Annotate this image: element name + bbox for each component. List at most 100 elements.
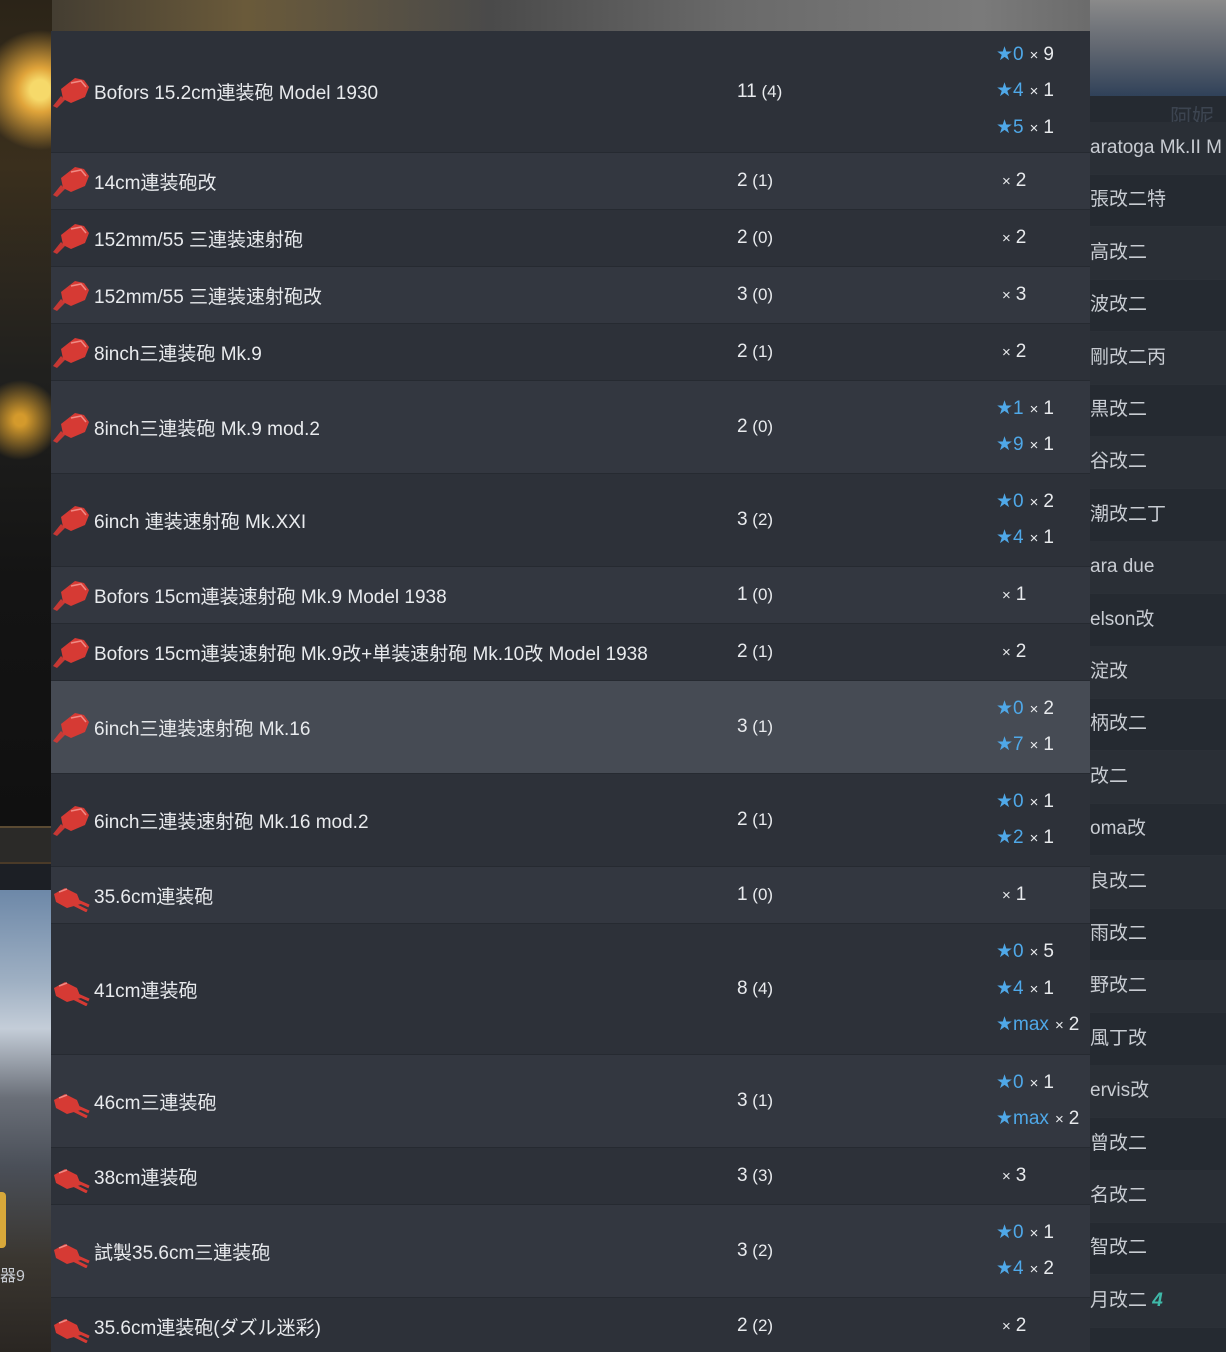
equipment-count: 2 (0): [737, 227, 773, 249]
improvement-star-label: ★0: [996, 697, 1024, 719]
ship-list-item[interactable]: 波改二: [1090, 279, 1226, 333]
multiply-sign: ×: [1002, 1317, 1011, 1335]
large-gun-icon: [51, 924, 91, 1054]
equipment-row[interactable]: 35.6cm連装砲 1 (0) × 1: [51, 867, 1090, 924]
equipment-row[interactable]: 8inch三連装砲 Mk.9 2 (1) × 2: [51, 324, 1090, 381]
ship-list-item[interactable]: 月改二 4: [1090, 1274, 1226, 1328]
equipment-row[interactable]: 8inch三連装砲 Mk.9 mod.2 2 (0) ★1 × 1 ★9 × 1: [51, 381, 1090, 474]
medium-gun-icon: [51, 474, 91, 566]
improvement-star-label: ★4: [996, 1258, 1024, 1279]
multiply-sign: ×: [1029, 530, 1039, 547]
equipment-row[interactable]: Bofors 15cm連装速射砲 Mk.9 Model 1938 1 (0) × 1: [51, 567, 1090, 624]
ship-list-item[interactable]: 剛改二丙: [1090, 331, 1226, 385]
improvement-level-line: × 2: [996, 163, 1026, 200]
ship-list-item[interactable]: oma改: [1090, 803, 1226, 857]
multiply-sign: ×: [1029, 1074, 1039, 1092]
multiply-sign: ×: [1029, 83, 1039, 101]
equipment-count: 3 (0): [737, 284, 773, 306]
improvement-level-line: × 2: [996, 220, 1026, 257]
improvement-level-line: ★2 × 1: [996, 820, 1054, 857]
improvement-level-line: ★0 × 1: [996, 1065, 1079, 1102]
ship-list-item[interactable]: elson改: [1090, 594, 1226, 647]
medium-gun-icon: [51, 381, 91, 473]
improvement-star-label: ★2: [996, 827, 1024, 848]
equipment-name: 6inch 連装速射砲 Mk.XXI: [94, 511, 307, 533]
multiply-sign: ×: [1029, 46, 1039, 64]
equipment-row[interactable]: 46cm三連装砲 3 (1) ★0 × 1 ★max × 2: [51, 1055, 1090, 1148]
equipment-row[interactable]: 6inch三連装速射砲 Mk.16 3 (1) ★0 × 2 ★7 × 1: [51, 681, 1090, 774]
equipment-row[interactable]: 6inch 連装速射砲 Mk.XXI 3 (2) ★0 × 2 ★4 × 1: [51, 474, 1090, 567]
equipment-fitted-count: (2): [747, 1316, 774, 1335]
equipment-row[interactable]: 152mm/55 三連装速射砲改 3 (0) × 3: [51, 267, 1090, 324]
equipment-row[interactable]: 152mm/55 三連装速射砲 2 (0) × 2: [51, 210, 1090, 267]
improvement-count: 1: [1043, 397, 1054, 419]
ship-list-item[interactable]: 風丁改: [1090, 1013, 1226, 1066]
equipment-total: 8: [737, 978, 748, 999]
equipment-row[interactable]: 6inch三連装速射砲 Mk.16 mod.2 2 (1) ★0 × 1 ★2 × 1: [51, 774, 1090, 867]
equipment-fitted-count: (4): [756, 81, 783, 101]
ship-list-item[interactable]: ara due: [1090, 541, 1226, 595]
equipment-fitted-count: (0): [747, 417, 774, 436]
ship-list-item[interactable]: 野改二: [1090, 960, 1226, 1014]
multiply-sign: ×: [1029, 737, 1039, 754]
equipment-name: Bofors 15cm連装速射砲 Mk.9 Model 1938: [94, 586, 447, 608]
improvement-count: 2: [1068, 1108, 1080, 1129]
multiply-sign: ×: [1029, 493, 1039, 511]
equipment-row[interactable]: 41cm連装砲 8 (4) ★0 × 5 ★4 × 1 ★max × 2: [51, 924, 1090, 1055]
ship-list-item[interactable]: 柄改二: [1090, 698, 1226, 752]
equipment-row[interactable]: Bofors 15.2cm連装砲 Model 1930 11 (4) ★0 × 9 ★4 ×…: [51, 31, 1090, 153]
ship-tag: 4: [1147, 1289, 1163, 1311]
ship-list-item[interactable]: 淀改: [1090, 646, 1226, 699]
equipment-row[interactable]: Bofors 15cm連装速射砲 Mk.9改+単装速射砲 Mk.10改 Mode…: [51, 624, 1090, 681]
ship-list-item[interactable]: 智改二: [1090, 1222, 1226, 1276]
improvement-distribution: × 1: [996, 567, 1026, 623]
equipment-row[interactable]: 35.6cm連装砲(ダズル迷彩) 2 (2) × 2: [51, 1298, 1090, 1352]
improvement-count: 2: [1043, 490, 1054, 512]
improvement-level-line: ★9 × 1: [996, 427, 1054, 464]
ship-list-item[interactable]: 高改二: [1090, 226, 1226, 280]
equipment-fitted-count: (1): [747, 342, 774, 361]
ship-list-item[interactable]: 良改二: [1090, 855, 1226, 909]
improvement-count: 3: [1015, 283, 1027, 305]
ship-list-item[interactable]: ervis改: [1090, 1065, 1226, 1119]
equipment-row[interactable]: 38cm連装砲 3 (3) × 3: [51, 1148, 1090, 1205]
ship-list-item[interactable]: 谷改二: [1090, 436, 1226, 490]
medium-gun-icon: [51, 324, 91, 380]
ship-list-item[interactable]: 名改二: [1090, 1170, 1226, 1223]
ship-list-item[interactable]: 曾改二: [1090, 1118, 1226, 1171]
ship-list-item[interactable]: aratoga Mk.II M: [1090, 122, 1226, 175]
improvement-count: 5: [1043, 941, 1054, 963]
ship-list-item[interactable]: 張改二特: [1090, 174, 1226, 228]
equipment-count: 2 (1): [737, 809, 773, 831]
equipment-row[interactable]: 試製35.6cm三連装砲 3 (2) ★0 × 1 ★4 × 2: [51, 1205, 1090, 1298]
ship-list-item[interactable]: 潮改二丁: [1090, 489, 1226, 542]
equipment-count: 1 (0): [737, 584, 773, 606]
improvement-count: 1: [1043, 434, 1054, 455]
equipment-count: 3 (3): [737, 1165, 773, 1187]
equipment-name: 6inch三連装速射砲 Mk.16 mod.2: [94, 811, 369, 833]
improvement-star-label: ★0: [996, 941, 1024, 963]
ship-list-item[interactable]: 改二: [1090, 750, 1226, 804]
multiply-sign: ×: [1029, 830, 1039, 847]
equipment-fitted-count: (3): [747, 1166, 774, 1185]
improvement-star-label: ★0: [996, 1221, 1024, 1243]
equipment-fitted-count: (2): [747, 1241, 774, 1260]
ship-list-item[interactable]: 黒改二: [1090, 384, 1226, 437]
equipment-row[interactable]: 14cm連装砲改 2 (1) × 2: [51, 153, 1090, 210]
equipment-count: 11 (4): [737, 81, 782, 103]
improvement-count: 1: [1043, 80, 1054, 102]
improvement-level-line: ★4 × 1: [996, 971, 1079, 1008]
ship-name: 黒改二: [1090, 399, 1148, 420]
improvement-count: 1: [1015, 883, 1027, 905]
equipment-fitted-count: (0): [747, 885, 774, 904]
multiply-sign: ×: [1002, 643, 1011, 661]
improvement-level-line: ★0 × 2: [996, 484, 1054, 521]
improvement-distribution: × 2: [996, 210, 1026, 266]
improvement-count: 2: [1015, 226, 1027, 248]
large-gun-icon: [51, 867, 91, 923]
improvement-distribution: ★0 × 2 ★7 × 1: [996, 681, 1054, 773]
improvement-distribution: × 3: [996, 267, 1026, 323]
equipment-total: 2: [737, 416, 748, 437]
multiply-sign: ×: [1002, 886, 1011, 904]
ship-list-item[interactable]: 雨改二: [1090, 908, 1226, 961]
